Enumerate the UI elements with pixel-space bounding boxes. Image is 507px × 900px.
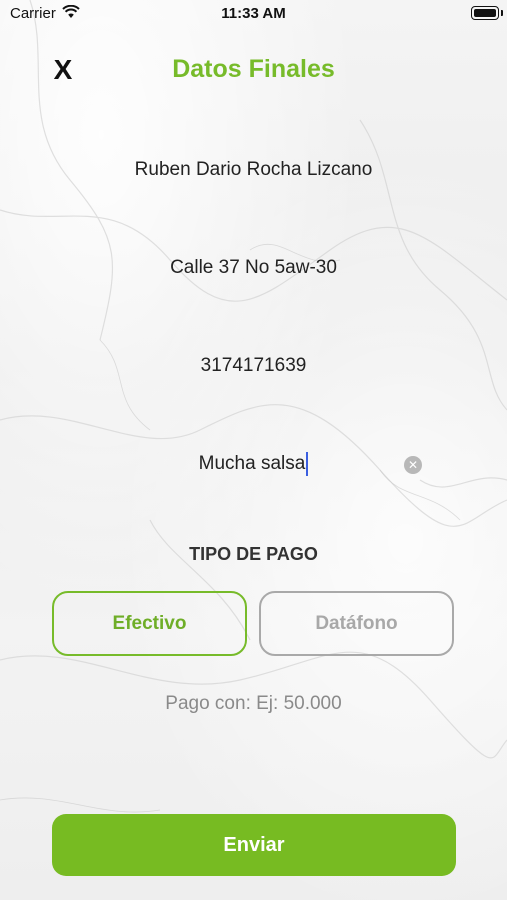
main-content: X Datos Finales Ruben Dario Rocha Lizcan… (0, 0, 507, 900)
payment-amount-input[interactable]: Pago con: Ej: 50.000 (60, 684, 447, 724)
page-title: Datos Finales (172, 55, 335, 83)
text-caret (306, 451, 309, 476)
payment-option-card-button[interactable]: Datáfono (259, 591, 454, 656)
name-field[interactable]: Ruben Dario Rocha Lizcano (60, 150, 447, 190)
address-field[interactable]: Calle 37 No 5aw-30 (60, 248, 447, 288)
payment-type-label: TIPO DE PAGO (189, 544, 318, 564)
phone-field[interactable]: 3174171639 (60, 346, 447, 386)
status-bar: Carrier 11:33 AM (0, 0, 507, 28)
note-field-value: Mucha salsa (198, 453, 306, 474)
battery-cap (501, 10, 503, 16)
note-field[interactable]: Mucha salsa (60, 444, 447, 484)
battery-icon (471, 6, 499, 20)
status-time: 11:33 AM (221, 5, 286, 22)
clear-icon[interactable]: ✕ (404, 456, 422, 474)
submit-button[interactable]: Enviar (52, 814, 456, 876)
payment-option-cash-button[interactable]: Efectivo (52, 591, 247, 656)
